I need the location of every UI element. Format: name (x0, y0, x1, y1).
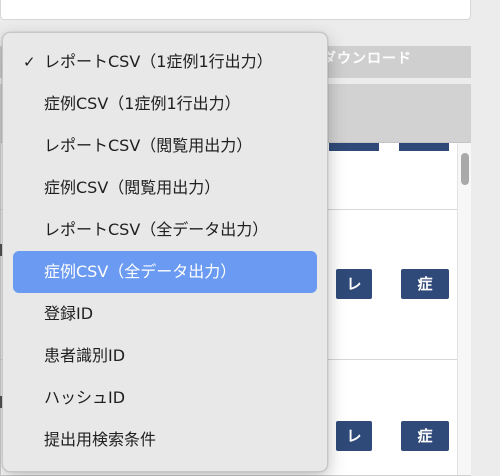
menu-item-label: 症例CSV（閲覧用出力） (44, 178, 221, 197)
menu-item-report-csv-one-row[interactable]: ✓ レポートCSV（1症例1行出力） (13, 41, 317, 83)
menu-item-patient-id[interactable]: 患者識別ID (13, 335, 317, 377)
case-button[interactable]: 症 (401, 421, 449, 451)
menu-item-label: ハッシュID (44, 388, 126, 407)
top-card (0, 0, 471, 20)
scrollbar-thumb[interactable] (461, 153, 469, 185)
menu-item-hash-id[interactable]: ハッシュID (13, 377, 317, 419)
menu-item-label: 提出用検索条件 (44, 430, 157, 449)
menu-item-label: 症例CSV（全データ出力） (44, 262, 237, 281)
menu-item-report-csv-browse[interactable]: レポートCSV（閲覧用出力） (13, 125, 317, 167)
case-button-stub[interactable] (399, 143, 449, 151)
menu-item-label: レポートCSV（1症例1行出力） (44, 52, 273, 71)
menu-item-label: 登録ID (44, 304, 94, 323)
menu-item-report-csv-all-data[interactable]: レポートCSV（全データ出力） (13, 209, 317, 251)
menu-item-registration-id[interactable]: 登録ID (13, 293, 317, 335)
menu-item-case-csv-one-row[interactable]: 症例CSV（1症例1行出力） (13, 83, 317, 125)
report-button-stub[interactable] (329, 143, 379, 151)
checkmark-icon: ✓ (23, 53, 36, 71)
menu-item-label: 患者識別ID (44, 346, 126, 365)
menu-item-case-csv-browse[interactable]: 症例CSV（閲覧用出力） (13, 167, 317, 209)
case-button[interactable]: 症 (401, 269, 449, 299)
menu-item-submission-search-criteria[interactable]: 提出用検索条件 (13, 419, 317, 461)
download-type-dropdown[interactable]: ✓ レポートCSV（1症例1行出力） 症例CSV（1症例1行出力） レポートCS… (2, 32, 328, 472)
menu-item-label: レポートCSV（閲覧用出力） (44, 136, 253, 155)
menu-item-label: レポートCSV（全データ出力） (44, 220, 269, 239)
menu-item-case-csv-all-data[interactable]: 症例CSV（全データ出力） (13, 251, 317, 293)
menu-item-label: 症例CSV（1症例1行出力） (44, 94, 241, 113)
report-button[interactable]: レ (336, 421, 372, 451)
table-scrollbar[interactable] (457, 143, 471, 475)
report-button[interactable]: レ (336, 269, 372, 299)
